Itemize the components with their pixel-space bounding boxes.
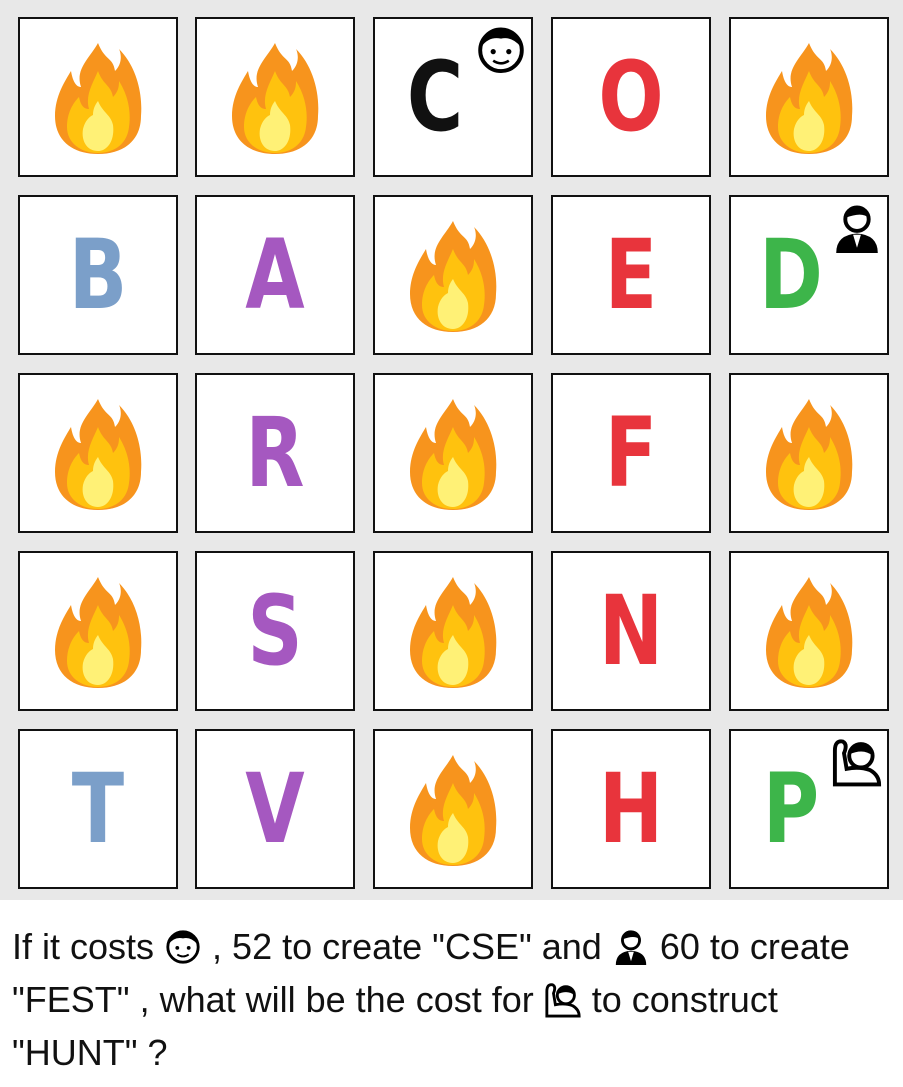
cell-letter: N (598, 575, 664, 687)
grid-cell-letter: P (729, 729, 889, 889)
cell-letter: E (604, 219, 658, 331)
fire-icon (55, 43, 142, 154)
businessman-icon (615, 930, 647, 965)
grid-cell-letter: O (551, 17, 711, 177)
grid-cell-fire (373, 551, 533, 711)
grid-cell-letter: R (195, 373, 355, 533)
fire-icon (766, 43, 853, 154)
grid-cell-letter: S (195, 551, 355, 711)
fire-icon (55, 399, 142, 510)
fire-icon (232, 43, 319, 154)
puzzle-grid: CO B A ED R F S N T V HP (0, 0, 903, 900)
fire-icon (410, 221, 497, 332)
grid-cell-fire (373, 195, 533, 355)
question-part: , 52 to create "CSE" and (202, 926, 612, 967)
boy-icon (478, 27, 524, 74)
cell-letter: O (598, 41, 664, 153)
fire-icon (766, 399, 853, 510)
grid-cell-letter: V (195, 729, 355, 889)
grid-cell-fire (729, 17, 889, 177)
grid-cell-fire (18, 373, 178, 533)
cell-letter: B (68, 219, 128, 331)
fire-icon (766, 577, 853, 688)
grid-cell-letter: E (551, 195, 711, 355)
grid-cell-letter: C (373, 17, 533, 177)
cell-letter: R (245, 397, 305, 509)
grid-cell-letter: B (18, 195, 178, 355)
question-part: If it costs (12, 926, 165, 967)
cell-letter: F (604, 397, 658, 509)
grid-cell-letter: N (551, 551, 711, 711)
grid-cell-fire (18, 17, 178, 177)
grid-cell-letter: H (551, 729, 711, 889)
grid-cell-fire (729, 551, 889, 711)
fire-icon (410, 755, 497, 866)
grid-cell-letter: A (195, 195, 355, 355)
grid-cell-fire (373, 729, 533, 889)
raising-hand-icon (832, 739, 882, 787)
question-text: If it costs , 52 to create "CSE" and 60 … (12, 920, 897, 1079)
grid-cell-letter: F (551, 373, 711, 533)
fire-icon (410, 399, 497, 510)
grid-cell-letter: T (18, 729, 178, 889)
grid-cell-letter: D (729, 195, 889, 355)
cell-letter: T (71, 753, 125, 865)
grid-cell-fire (729, 373, 889, 533)
raising-hand-icon (545, 983, 581, 1018)
grid-cell-fire (373, 373, 533, 533)
cell-letter: V (245, 753, 305, 865)
grid-cell-fire (195, 17, 355, 177)
cell-letter: H (598, 753, 664, 865)
fire-icon (55, 577, 142, 688)
cell-letter: A (245, 219, 305, 331)
cell-letter: S (247, 575, 303, 687)
boy-icon (166, 930, 200, 964)
businessman-icon (836, 205, 878, 253)
grid-cell-fire (18, 551, 178, 711)
fire-icon (410, 577, 497, 688)
